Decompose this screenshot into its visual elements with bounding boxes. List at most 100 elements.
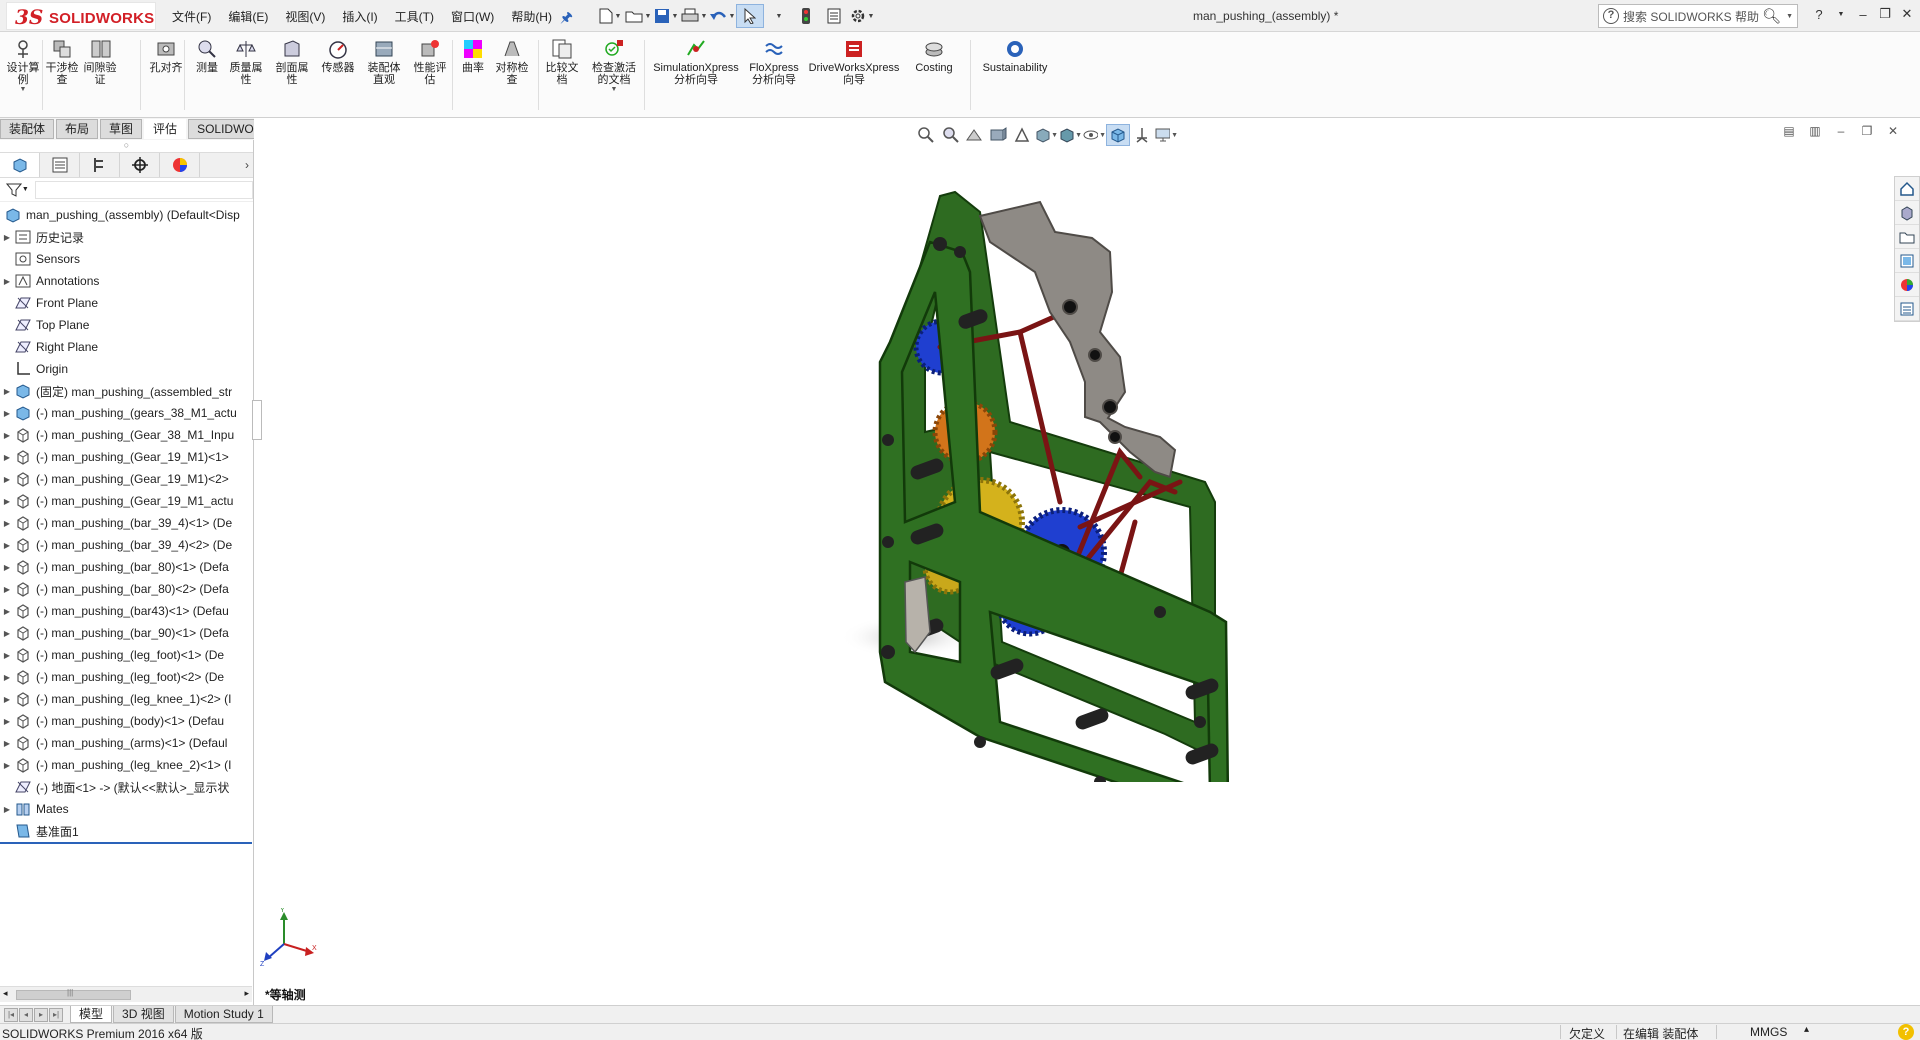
expand-arrow-icon[interactable]: ▶: [0, 761, 14, 770]
filter-dropdown-icon[interactable]: ▼: [22, 186, 29, 193]
previous-view-button[interactable]: [962, 124, 986, 146]
tree-item[interactable]: ▶ (-) man_pushing_(bar_39_4)<1> (De: [0, 512, 253, 534]
help-dropdown-icon[interactable]: ▼: [1830, 11, 1852, 18]
section-view-button[interactable]: [986, 124, 1010, 146]
command-tab[interactable]: 草图: [100, 119, 143, 139]
bottom-tab[interactable]: 3D 视图: [113, 1006, 174, 1023]
featuremanager-tab[interactable]: [0, 153, 40, 177]
undo-button[interactable]: ▼: [708, 4, 736, 28]
command-tab[interactable]: 装配体: [0, 119, 55, 139]
zoom-to-area-button[interactable]: [938, 124, 962, 146]
unit-system[interactable]: MMGS: [1750, 1025, 1787, 1039]
select-button[interactable]: [736, 4, 764, 28]
ribbon-button-interference-check[interactable]: 干涉检查: [44, 38, 80, 86]
ribbon-button-compare-documents[interactable]: 比较文档: [544, 38, 580, 86]
tree-item[interactable]: 基准面1: [0, 820, 253, 842]
next-tab-icon[interactable]: ▸: [34, 1007, 48, 1022]
command-tab[interactable]: 布局: [56, 119, 99, 139]
tree-item[interactable]: (-) 地面<1> -> (默认<<默认>_显示状: [0, 776, 253, 798]
tree-item[interactable]: ▶ (-) man_pushing_(Gear_38_M1_Inpu: [0, 424, 253, 446]
tree-item[interactable]: ▶ (-) man_pushing_(bar_39_4)<2> (De: [0, 534, 253, 556]
tile-right-icon[interactable]: ▥: [1802, 124, 1828, 138]
ribbon-button-driveworksxpress[interactable]: DriveWorksXpress 向导: [806, 38, 902, 86]
menu-item[interactable]: 编辑(E): [228, 8, 268, 25]
design-library-tab[interactable]: [1895, 201, 1919, 225]
solidworks-resources-tab[interactable]: [1895, 177, 1919, 201]
quick-tips-icon[interactable]: ?: [1898, 1024, 1914, 1040]
expand-arrow-icon[interactable]: ▶: [0, 563, 14, 572]
viewport-restore-icon[interactable]: ❐: [1854, 124, 1880, 138]
tile-left-icon[interactable]: ▤: [1776, 124, 1802, 138]
expand-arrow-icon[interactable]: ▶: [0, 739, 14, 748]
tree-item[interactable]: Right Plane: [0, 336, 253, 358]
horizontal-scrollbar[interactable]: ◂ ||| ▸: [0, 986, 252, 1002]
prev-tab-icon[interactable]: ◂: [19, 1007, 33, 1022]
help-icon[interactable]: ?: [1808, 7, 1830, 22]
menu-item[interactable]: 窗口(W): [451, 8, 494, 25]
viewport-close-icon[interactable]: ✕: [1880, 124, 1906, 138]
expand-arrow-icon[interactable]: ▶: [0, 585, 14, 594]
tree-item[interactable]: ▶ (-) man_pushing_(Gear_19_M1)<2>: [0, 468, 253, 490]
expand-arrow-icon[interactable]: ▶: [0, 673, 14, 682]
select-dropdown[interactable]: ▼: [764, 4, 792, 28]
scroll-thumb[interactable]: |||: [16, 988, 131, 1000]
ribbon-button-curvature[interactable]: 曲率: [458, 38, 488, 74]
tree-item[interactable]: ▶ (-) man_pushing_(leg_knee_1)<2> (I: [0, 688, 253, 710]
options-button[interactable]: ▼: [848, 4, 876, 28]
ribbon-button-floxpress[interactable]: FloXpress 分析向导: [748, 38, 800, 86]
viewport-minimize-icon[interactable]: –: [1828, 124, 1854, 138]
file-explorer-tab[interactable]: [1895, 225, 1919, 249]
filter-input[interactable]: [34, 180, 253, 199]
panel-splitter[interactable]: [252, 400, 262, 440]
restore-icon[interactable]: ❐: [1874, 6, 1896, 22]
expand-arrow-icon[interactable]: ▶: [0, 475, 14, 484]
displaymanager-tab[interactable]: [160, 153, 200, 177]
dynamic-annotation-button[interactable]: [1010, 124, 1034, 146]
tree-item[interactable]: ▶ (-) man_pushing_(bar_80)<1> (Defa: [0, 556, 253, 578]
configurationmanager-tab[interactable]: [80, 153, 120, 177]
rebuild-button[interactable]: [792, 4, 820, 28]
minimize-icon[interactable]: –: [1852, 7, 1874, 22]
apply-scene-button[interactable]: [1130, 124, 1154, 146]
assembly-model[interactable]: [830, 182, 1250, 782]
tree-item[interactable]: Sensors: [0, 248, 253, 270]
ribbon-button-performance-evaluation[interactable]: 性能评估: [412, 38, 448, 86]
ribbon-button-clearance-verify[interactable]: 间隙验证: [82, 38, 118, 86]
expand-arrow-icon[interactable]: ▶: [0, 717, 14, 726]
expand-arrow-icon[interactable]: ▶: [0, 387, 14, 396]
ribbon-button-measure[interactable]: 测量: [192, 38, 222, 74]
tree-item[interactable]: ▶ (-) man_pushing_(Gear_19_M1_actu: [0, 490, 253, 512]
tree-item[interactable]: ▶ (-) man_pushing_(arms)<1> (Defaul: [0, 732, 253, 754]
search-icon[interactable]: 🔍︎: [1762, 7, 1781, 25]
bottom-tab[interactable]: Motion Study 1: [174, 1006, 273, 1023]
ribbon-button-costing[interactable]: Costing: [912, 38, 956, 74]
scroll-left-icon[interactable]: ◂: [3, 988, 8, 999]
hide-show-items-button[interactable]: ▼: [1082, 124, 1106, 146]
expand-arrow-icon[interactable]: ▶: [0, 629, 14, 638]
view-palette-tab[interactable]: [1895, 249, 1919, 273]
filter-icon[interactable]: [6, 182, 22, 198]
ribbon-button-design-study[interactable]: 设计算例 ▼: [6, 38, 40, 93]
unit-system-menu-icon[interactable]: ▴: [1804, 1024, 1809, 1035]
print-button[interactable]: ▼: [680, 4, 708, 28]
expand-arrow-icon[interactable]: ▶: [0, 233, 14, 242]
rollback-bar[interactable]: [0, 842, 252, 844]
ribbon-button-section-properties[interactable]: 剖面属性: [274, 38, 310, 86]
tree-item[interactable]: Origin: [0, 358, 253, 380]
tree-item[interactable]: Front Plane: [0, 292, 253, 314]
edit-appearance-button[interactable]: [1106, 124, 1130, 146]
tree-item[interactable]: ▶ (-) man_pushing_(bar43)<1> (Defau: [0, 600, 253, 622]
ribbon-button-check-active-document[interactable]: 检查激活 的文档 ▼: [588, 38, 640, 93]
expand-arrow-icon[interactable]: ▶: [0, 453, 14, 462]
scroll-right-icon[interactable]: ▸: [244, 988, 249, 999]
ribbon-button-assembly-visualization[interactable]: 装配体 直观: [366, 38, 402, 86]
menu-item[interactable]: 视图(V): [285, 8, 325, 25]
ribbon-button-symmetry-check[interactable]: 对称检查: [494, 38, 530, 86]
propertymanager-tab[interactable]: [40, 153, 80, 177]
last-tab-icon[interactable]: ▸|: [49, 1007, 63, 1022]
view-orientation-button[interactable]: ▼: [1034, 124, 1058, 146]
file-properties-button[interactable]: [820, 4, 848, 28]
menu-item[interactable]: 文件(F): [172, 8, 211, 25]
expand-arrow-icon[interactable]: ▶: [0, 431, 14, 440]
tree-root-item[interactable]: man_pushing_(assembly) (Default<Disp: [0, 204, 253, 226]
